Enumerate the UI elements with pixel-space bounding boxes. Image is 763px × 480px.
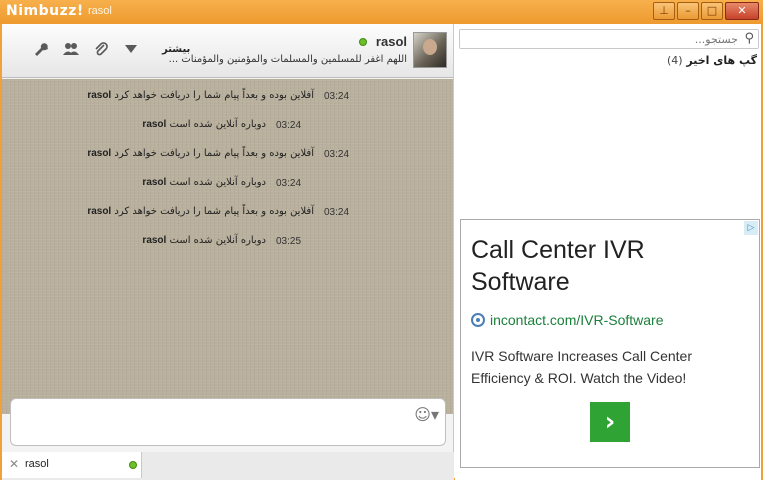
message-row: 03:25 دوباره آنلاین شده است rasol [2, 232, 453, 252]
contact-name: rasol [375, 34, 407, 49]
conversation-tab-label: rasol [25, 458, 49, 470]
wrench-icon[interactable] [26, 38, 56, 60]
message-row: 03:24 دوباره آنلاین شده است rasol [2, 116, 453, 136]
recent-chats-count: (4) [666, 54, 683, 67]
minimize-icon[interactable]: – [677, 2, 699, 20]
message-text: دوباره آنلاین شده است rasol [142, 177, 266, 188]
recent-chats-header[interactable]: گپ های اخیر (4) [667, 54, 757, 67]
message-time: 03:24 [324, 149, 350, 160]
ad-url-link[interactable]: incontact.com/IVR-Software [471, 312, 664, 328]
message-row: 03:24 دوباره آنلاین شده است rasol [2, 174, 453, 194]
conversation-tab-bar: ✕ rasol [2, 452, 454, 480]
paperclip-icon[interactable] [86, 38, 116, 60]
ad-title[interactable]: Call Center IVR Software [471, 234, 731, 298]
message-text: دوباره آنلاین شده است rasol [142, 119, 266, 130]
chat-panel: بیشتر rasol اللهم اغفر للمسلمين والمسلما… [2, 24, 454, 480]
ad-go-button[interactable]: › [590, 402, 630, 442]
message-text: آفلاین بوده و بعداً پیام شما را دریافت خ… [87, 206, 314, 217]
online-status-icon [129, 461, 137, 469]
search-box[interactable]: ⚲ [459, 29, 759, 49]
message-row: 03:24 آفلاین بوده و بعداً پیام شما را در… [2, 87, 453, 107]
contacts-icon[interactable] [56, 38, 86, 60]
close-icon[interactable]: ✕ [725, 2, 759, 20]
message-text: آفلاین بوده و بعداً پیام شما را دریافت خ… [87, 90, 314, 101]
recent-chats-label: گپ های اخیر [686, 54, 757, 67]
message-row: 03:24 آفلاین بوده و بعداً پیام شما را در… [2, 203, 453, 223]
app-name: Nimbuzz! [6, 3, 84, 19]
message-time: 03:25 [276, 236, 302, 247]
message-row: 03:24 آفلاین بوده و بعداً پیام شما را در… [2, 145, 453, 165]
contact-status-message: اللهم اغفر للمسلمين والمسلمات والمؤمنين … [168, 54, 407, 65]
message-text: آفلاین بوده و بعداً پیام شما را دریافت خ… [87, 148, 314, 159]
ad-url[interactable]: incontact.com/IVR-Software [490, 312, 664, 328]
emoticon-icon[interactable]: ☺▾ [414, 405, 439, 424]
search-icon[interactable]: ⚲ [744, 31, 754, 46]
message-list[interactable]: 03:24 آفلاین بوده و بعداً پیام شما را در… [2, 79, 453, 414]
window-user: rasol [88, 5, 112, 17]
adchoices-icon[interactable]: ▷ [744, 221, 758, 235]
avatar[interactable] [413, 32, 447, 68]
app-frame: بیشتر rasol اللهم اغفر للمسلمين والمسلما… [0, 24, 763, 480]
message-input[interactable]: ☺▾ [10, 398, 446, 446]
maximize-icon[interactable]: □ [701, 2, 723, 20]
chat-header: بیشتر rasol اللهم اغفر للمسلمين والمسلما… [2, 24, 453, 78]
message-time: 03:24 [324, 207, 350, 218]
close-tab-icon[interactable]: ✕ [9, 457, 19, 471]
title-bar[interactable]: Nimbuzz! rasol ⊥ – □ ✕ [0, 0, 763, 24]
conversation-tab[interactable]: ✕ rasol [2, 452, 142, 478]
chevron-down-icon[interactable] [116, 38, 146, 60]
advertisement[interactable]: ▷ Call Center IVR Software incontact.com… [460, 219, 760, 468]
message-time: 03:24 [276, 178, 302, 189]
chat-toolbar [26, 38, 146, 60]
message-time: 03:24 [276, 120, 302, 131]
message-time: 03:24 [324, 91, 350, 102]
message-text: دوباره آنلاین شده است rasol [142, 235, 266, 246]
globe-icon [471, 313, 485, 327]
window-controls: ⊥ – □ ✕ [653, 2, 759, 20]
search-input[interactable] [478, 33, 738, 46]
online-status-icon [359, 38, 367, 46]
pin-icon[interactable]: ⊥ [653, 2, 675, 20]
contacts-panel: ⚲ گپ های اخیر (4) ▷ Call Center IVR Soft… [455, 24, 761, 480]
ad-description: IVR Software Increases Call Center Effic… [471, 348, 692, 386]
